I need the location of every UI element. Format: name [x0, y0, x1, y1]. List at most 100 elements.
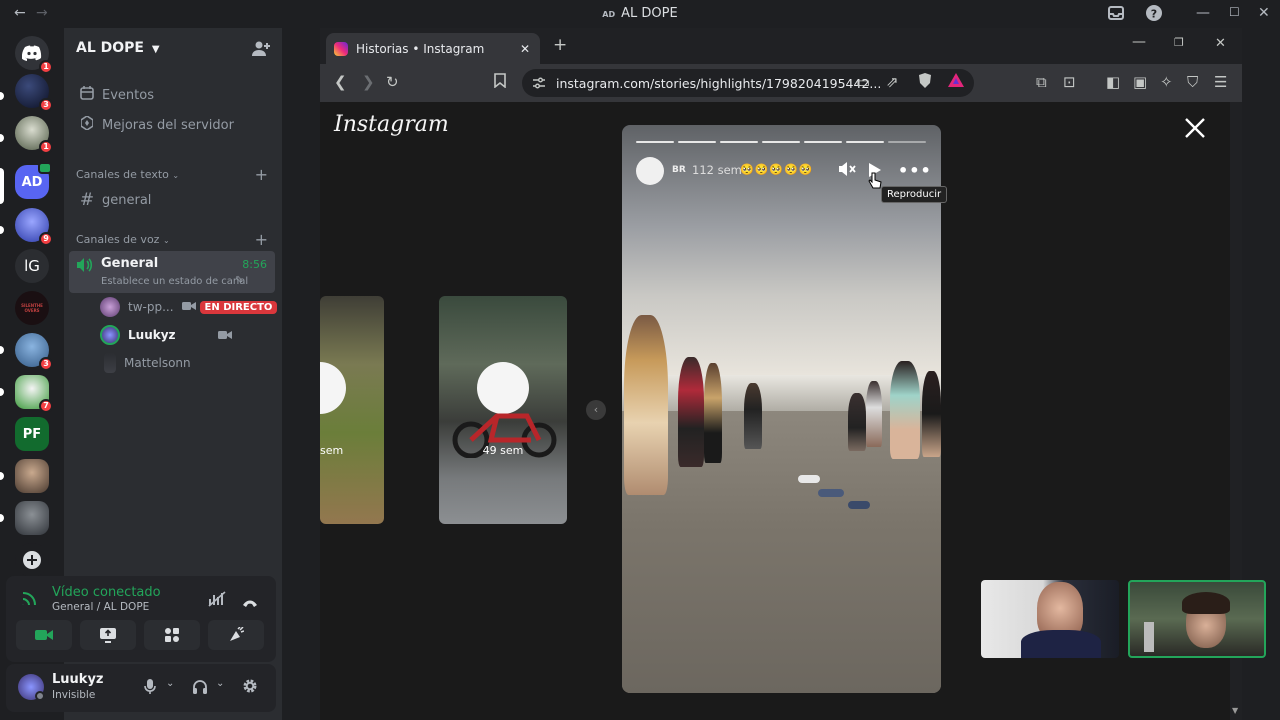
server-icon-character[interactable]: 9 — [15, 208, 53, 246]
browser-forward-icon[interactable]: ❯ — [362, 73, 375, 91]
browser-restore-icon[interactable]: ❐ — [1174, 36, 1184, 49]
voice-user[interactable]: Luukyz — [100, 324, 232, 346]
cast-icon[interactable]: ▭ — [856, 73, 870, 91]
server-icon-al-dope[interactable]: AD — [15, 162, 52, 199]
server-icon-silent-hill[interactable]: SILENTHE OVERS — [15, 291, 49, 325]
webcam-tile-speaking[interactable] — [1128, 580, 1266, 658]
avatar[interactable] — [636, 157, 664, 185]
play-tooltip: Reproducir — [881, 186, 948, 203]
close-tab-icon[interactable]: ✕ — [520, 42, 530, 56]
voice-user[interactable]: Mattelsonn — [100, 352, 191, 374]
server-icon-bird[interactable] — [15, 501, 49, 535]
voice-status[interactable]: Vídeo conectado — [52, 585, 161, 600]
reload-icon[interactable]: ↻ — [386, 73, 399, 91]
pencil-icon[interactable]: ✎ — [235, 275, 243, 286]
username[interactable]: Luukyz — [52, 672, 103, 687]
add-voice-channel-icon[interactable]: + — [255, 230, 268, 249]
server-icon-cloud[interactable]: 3 — [15, 333, 53, 371]
browser-toolbar: ❮ ❯ ↻ instagram.com/stories/highlights/1… — [320, 64, 1242, 102]
person-silhouette — [624, 315, 668, 495]
server-icon-ig[interactable]: lG — [15, 249, 49, 283]
sidebar-toggle-icon[interactable]: ◧ — [1106, 73, 1120, 91]
share-icon[interactable]: ⇗ — [886, 73, 899, 91]
new-tab-icon[interactable]: + — [553, 35, 567, 55]
stream-background — [282, 28, 320, 720]
browser-back-icon[interactable]: ❮ — [334, 73, 347, 91]
voice-category-header[interactable]: Canales de voz ⌄ — [76, 233, 170, 246]
voice-location[interactable]: General / AL DOPE — [52, 601, 149, 613]
previous-story-thumbnail[interactable]: 49 sem — [439, 296, 567, 524]
microphone-icon[interactable] — [144, 679, 156, 699]
mic-options-chevron-icon[interactable]: ⌄ — [166, 678, 174, 689]
minimize-icon[interactable]: — — [1196, 5, 1210, 21]
hashtag-icon: # — [79, 190, 95, 210]
wallet-icon[interactable]: ▣ — [1133, 73, 1147, 91]
browser-minimize-icon[interactable]: — — [1132, 34, 1146, 50]
channel-status[interactable]: Establece un estado de canal — [101, 276, 248, 287]
leo-ai-icon[interactable]: ✧ — [1160, 73, 1173, 91]
active-story[interactable]: BR 112 sem 🥺🥺🥺🥺🥺 ••• — [622, 125, 941, 693]
extensions-puzzle-icon[interactable]: ⧉ — [1036, 73, 1047, 91]
maximize-icon[interactable]: ☐ — [1229, 5, 1240, 19]
address-bar[interactable]: instagram.com/stories/highlights/1798204… — [522, 69, 974, 97]
server-icon-person[interactable] — [15, 459, 49, 493]
disconnect-icon[interactable] — [242, 593, 258, 612]
channel-general-text[interactable]: # general — [72, 186, 274, 214]
instagram-logo[interactable]: Instagram — [334, 112, 449, 137]
muted-speaker-icon[interactable] — [838, 161, 856, 181]
bookmark-icon[interactable] — [494, 73, 506, 92]
selected-indicator — [0, 168, 4, 204]
help-icon[interactable]: ? — [1146, 5, 1162, 25]
person-silhouette — [848, 393, 866, 451]
server-icon-dark[interactable]: 3 — [15, 74, 53, 112]
notification-badge: 3 — [39, 357, 53, 371]
brave-rewards-icon[interactable] — [948, 73, 964, 91]
close-window-icon[interactable]: ✕ — [1258, 5, 1270, 21]
screen-share-button[interactable] — [80, 620, 136, 650]
browser-tab-instagram[interactable]: Historias • Instagram ✕ — [326, 33, 540, 64]
soundboard-button[interactable] — [208, 620, 264, 650]
server-header[interactable]: AL DOPE ▼ — [64, 28, 282, 72]
close-story-icon[interactable] — [1184, 117, 1206, 143]
participant-shirt — [1021, 630, 1101, 658]
voice-channel-general[interactable]: General 8:56 Establece un estado de cana… — [69, 251, 275, 293]
activities-button[interactable] — [144, 620, 200, 650]
add-text-channel-icon[interactable]: + — [255, 165, 268, 184]
settings-gear-icon[interactable] — [242, 678, 258, 698]
sidebar-item-events[interactable]: Eventos — [72, 81, 274, 109]
person-silhouette — [678, 357, 704, 467]
site-settings-icon[interactable] — [532, 76, 546, 93]
unread-indicator — [0, 226, 4, 234]
story-username[interactable]: BR — [672, 165, 686, 175]
sidebar-item-boosts[interactable]: Mejoras del servidor — [72, 111, 274, 139]
voice-user[interactable]: tw-pp... EN DIRECTO — [100, 296, 278, 318]
webcam-tile-luukyz[interactable] — [981, 580, 1119, 658]
server-icon-luigi[interactable]: 7 — [15, 375, 53, 413]
vpn-shield-icon[interactable]: ⛉ — [1187, 73, 1198, 91]
brave-shields-icon[interactable] — [918, 73, 932, 92]
chevron-down-icon: ⌄ — [162, 236, 170, 245]
previous-story-thumbnail[interactable]: sem — [320, 296, 384, 524]
previous-story-arrow-icon[interactable]: ‹ — [586, 400, 606, 420]
headphones-icon[interactable] — [192, 679, 208, 699]
inbox-icon[interactable] — [1108, 5, 1124, 25]
unread-indicator — [0, 346, 4, 354]
audio-options-chevron-icon[interactable]: ⌄ — [216, 678, 224, 689]
person-silhouette — [890, 361, 920, 459]
invite-people-icon[interactable] — [252, 40, 270, 62]
add-server-icon[interactable] — [15, 543, 49, 577]
server-icon-pf[interactable]: PF — [15, 417, 49, 451]
activities-icon — [165, 628, 179, 642]
discord-home-icon[interactable]: 1 — [15, 36, 53, 74]
noise-suppression-icon[interactable] — [208, 591, 226, 611]
progress-segment — [804, 141, 842, 143]
tab-search-icon[interactable]: ⊡ — [1063, 73, 1076, 91]
scroll-down-arrow-icon[interactable]: ▼ — [1232, 706, 1238, 715]
menu-hamburger-icon[interactable]: ☰ — [1214, 73, 1227, 91]
server-icon-goose[interactable]: 1 — [15, 116, 53, 154]
text-category-header[interactable]: Canales de texto ⌄ — [76, 168, 179, 181]
chevron-down-icon: ⌄ — [172, 171, 180, 180]
camera-button[interactable] — [16, 620, 72, 650]
more-options-icon[interactable]: ••• — [898, 161, 932, 180]
browser-close-icon[interactable]: ✕ — [1215, 36, 1226, 51]
